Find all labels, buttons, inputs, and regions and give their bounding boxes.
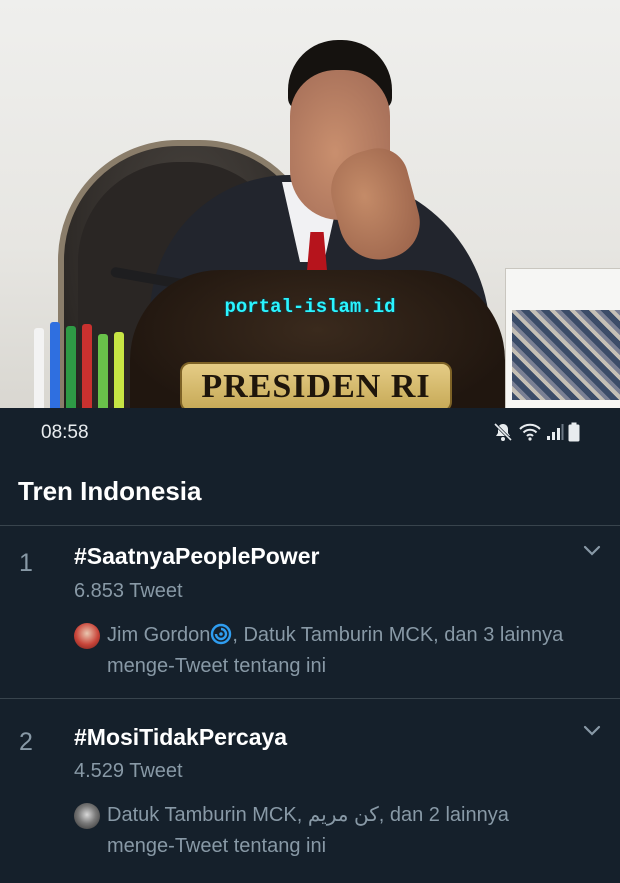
avatar[interactable] <box>74 623 100 649</box>
trend-rank: 2 <box>19 728 33 756</box>
trend-tweet-count: 4.529 Tweet <box>74 760 183 782</box>
trend-context: Jim Gordon, Datuk Tamburin MCK, dan 3 la… <box>107 620 577 682</box>
trend-context: Datuk Tamburin MCK, كن مريم, dan 2 lainn… <box>107 800 577 862</box>
podium-label: PRESIDEN RI <box>201 368 431 405</box>
desk-pens <box>32 318 132 408</box>
status-bar: 08:58 <box>0 408 620 458</box>
trends-header: Tren Indonesia <box>0 458 620 526</box>
trend-hashtag[interactable]: #SaatnyaPeoplePower <box>74 543 319 570</box>
trend-rank: 1 <box>19 549 33 577</box>
trend-item[interactable]: 1 #SaatnyaPeoplePower 6.853 Tweet Jim Go… <box>0 526 620 699</box>
news-photo: PRESIDEN RI portal-islam.id <box>0 0 620 408</box>
page-title: Tren Indonesia <box>18 476 202 506</box>
blue-swirl-icon <box>210 623 232 645</box>
trend-item[interactable]: 2 #MosiTidakPercaya 4.529 Tweet Datuk Ta… <box>0 699 620 883</box>
chevron-down-icon[interactable] <box>582 544 602 563</box>
podium-nameplate: PRESIDEN RI <box>180 362 452 408</box>
mute-icon <box>492 421 514 443</box>
trend-tweet-count: 6.853 Tweet <box>74 580 183 602</box>
context-user-name: Jim Gordon <box>107 624 211 646</box>
context-user-name: Datuk Tamburin MCK, كن مريم <box>107 804 379 826</box>
avatar[interactable] <box>74 803 100 829</box>
watermark: portal-islam.id <box>224 296 396 318</box>
trend-hashtag[interactable]: #MosiTidakPercaya <box>74 724 287 751</box>
wifi-icon <box>518 422 542 442</box>
calendar-picture <box>512 310 620 400</box>
chevron-down-icon[interactable] <box>582 724 602 743</box>
battery-icon <box>568 422 580 442</box>
status-time: 08:58 <box>41 422 89 443</box>
signal-icon <box>546 423 564 441</box>
